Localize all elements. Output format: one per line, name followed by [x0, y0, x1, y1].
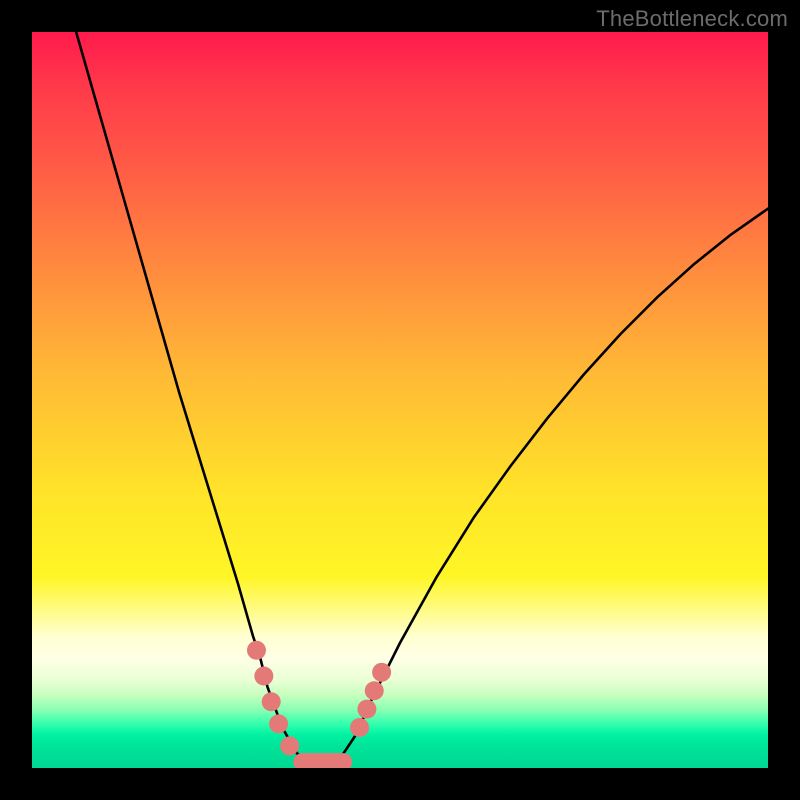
bottleneck-curve: [76, 32, 768, 764]
left-marker-cluster-point: [254, 667, 273, 686]
right-marker-cluster-point: [372, 663, 391, 682]
right-marker-cluster-point: [357, 700, 376, 719]
left-marker-cluster-point: [262, 692, 281, 711]
plot-area: [32, 32, 768, 768]
left-marker-cluster-point: [280, 736, 299, 755]
left-marker-cluster-point: [269, 714, 288, 733]
right-marker-cluster-point: [350, 718, 369, 737]
right-marker-cluster-point: [365, 681, 384, 700]
bottom-bar: [293, 753, 352, 768]
watermark-text: TheBottleneck.com: [596, 6, 788, 32]
chart-frame: TheBottleneck.com: [0, 0, 800, 800]
left-marker-cluster-point: [247, 641, 266, 660]
chart-svg: [32, 32, 768, 768]
